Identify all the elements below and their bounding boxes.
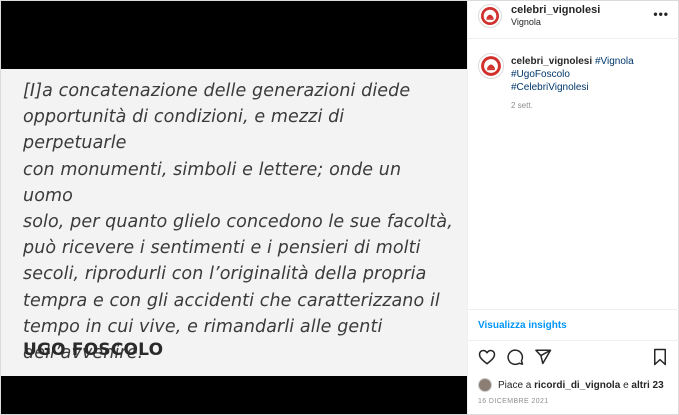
liker-username[interactable]: ricordi_di_vignola (534, 380, 620, 391)
post-date: 16 DICEMBRE 2021 (478, 398, 549, 405)
likes-others-link[interactable]: altri 23 (631, 380, 663, 391)
more-options-icon[interactable]: ••• (653, 7, 669, 21)
header-username[interactable]: celebri_vignolesi (511, 4, 600, 16)
quote-text: [I]a concatenazione delle generazioni di… (23, 81, 453, 364)
caption-username[interactable]: celebri_vignolesi (511, 56, 592, 67)
post-header: celebri_vignolesi Vignola ••• (468, 1, 679, 39)
likes-conjunction: e (623, 379, 629, 391)
post-actions (478, 347, 552, 367)
hashtag-celebrivignolesi[interactable]: #CelebriVignolesi (511, 82, 589, 93)
post-side-panel: celebri_vignolesi Vignola ••• celebri_vi… (467, 1, 679, 414)
view-insights-link[interactable]: Visualizza insights (478, 320, 567, 331)
celebri-vignolesi-logo-icon[interactable] (478, 4, 502, 28)
caption-timestamp: 2 sett. (511, 101, 533, 110)
instagram-post-view: [I]a concatenazione delle generazioni di… (0, 0, 679, 415)
likes-prefix: Piace a (498, 379, 532, 391)
heart-icon[interactable] (478, 348, 496, 366)
insights-bar: Visualizza insights (468, 309, 679, 341)
likes-summary: Piace a ricordi_di_vignola e altri 23 (478, 377, 664, 393)
share-icon[interactable] (534, 348, 552, 366)
caption-avatar[interactable] (478, 53, 504, 79)
post-caption: celebri_vignolesi #Vignola #UgoFoscolo #… (511, 55, 671, 94)
hashtag-ugofoscolo[interactable]: #UgoFoscolo (511, 69, 570, 80)
liker-avatar[interactable] (478, 378, 492, 392)
comment-icon[interactable] (506, 348, 524, 366)
quote-author: UGO FOSCOLO (23, 340, 164, 360)
header-location[interactable]: Vignola (511, 17, 541, 27)
bookmark-icon[interactable] (652, 348, 668, 371)
quote-card: [I]a concatenazione delle generazioni di… (1, 69, 467, 376)
hashtag-vignola[interactable]: #Vignola (595, 56, 634, 67)
post-media[interactable]: [I]a concatenazione delle generazioni di… (1, 1, 467, 414)
